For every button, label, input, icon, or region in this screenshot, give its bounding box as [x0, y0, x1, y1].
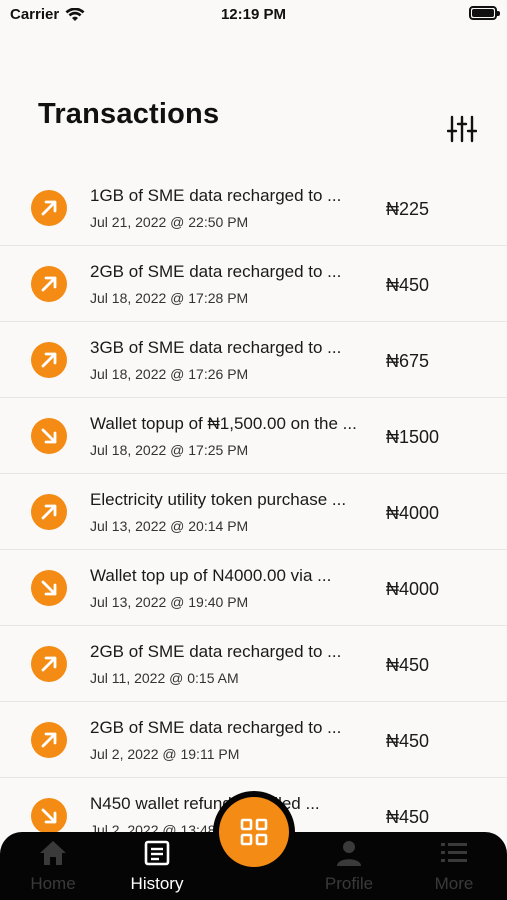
transaction-title: Electricity utility token purchase ... — [90, 490, 347, 509]
transaction-date: Jul 13, 2022 @ 20:14 PM — [90, 518, 249, 534]
arrow-down-right-icon — [31, 570, 67, 606]
transaction-title: 2GB of SME data recharged to ... — [90, 262, 342, 281]
transaction-amount: ₦225 — [386, 199, 430, 219]
transaction-row[interactable]: 2GB of SME data recharged to ... Jul 2, 2… — [0, 702, 507, 778]
status-bar: Carrier 12:19 PM — [0, 0, 507, 30]
transaction-amount: ₦450 — [386, 655, 430, 675]
fab-button[interactable] — [219, 797, 289, 867]
transaction-amount: ₦4000 — [386, 579, 440, 599]
transaction-date: Jul 18, 2022 @ 17:25 PM — [90, 442, 249, 458]
home-icon — [40, 841, 66, 865]
grid-icon — [240, 818, 268, 846]
transaction-list: 1GB of SME data recharged to ... Jul 21, … — [0, 170, 507, 854]
transaction-row[interactable]: Electricity utility token purchase ... Ju… — [0, 474, 507, 550]
transaction-date: Jul 2, 2022 @ 19:11 PM — [90, 746, 240, 762]
battery-level — [472, 9, 494, 17]
more-icon — [441, 843, 467, 862]
history-icon — [144, 840, 170, 866]
page-title: Transactions — [38, 98, 220, 130]
tab-more[interactable]: More — [404, 838, 504, 894]
profile-icon — [337, 841, 361, 866]
arrow-up-right-icon — [31, 646, 67, 682]
tab-history[interactable]: History — [107, 838, 207, 894]
transaction-title: Wallet top up of N4000.00 via ... — [90, 566, 332, 585]
transaction-row[interactable]: 2GB of SME data recharged to ... Jul 18, … — [0, 246, 507, 322]
transaction-row[interactable]: 1GB of SME data recharged to ... Jul 21, … — [0, 170, 507, 246]
transaction-date: Jul 18, 2022 @ 17:26 PM — [90, 366, 249, 382]
tab-history-label: History — [130, 874, 184, 893]
transaction-row[interactable]: Wallet topup of ₦1,500.00 on the ... Jul … — [0, 398, 507, 474]
tab-home[interactable]: Home — [3, 838, 103, 894]
arrow-up-right-icon — [31, 266, 67, 302]
tab-more-label: More — [434, 874, 474, 893]
sliders-icon — [446, 115, 478, 143]
tab-home-label: Home — [30, 874, 76, 893]
arrow-up-right-icon — [31, 722, 67, 758]
transaction-title: Wallet topup of ₦1,500.00 on the ... — [90, 414, 357, 433]
transaction-amount: ₦675 — [386, 351, 430, 371]
tab-profile[interactable]: Profile — [299, 838, 399, 894]
status-time: 12:19 PM — [220, 6, 287, 23]
transaction-amount: ₦450 — [386, 807, 430, 827]
transaction-title: 3GB of SME data recharged to ... — [90, 338, 342, 357]
transaction-date: Jul 21, 2022 @ 22:50 PM — [90, 214, 249, 230]
filter-button[interactable] — [446, 114, 478, 144]
transaction-date: Jul 18, 2022 @ 17:28 PM — [90, 290, 249, 306]
transaction-row[interactable]: Wallet top up of N4000.00 via ... Jul 13,… — [0, 550, 507, 626]
transaction-title: 2GB of SME data recharged to ... — [90, 718, 342, 737]
transaction-row[interactable]: 2GB of SME data recharged to ... Jul 11, … — [0, 626, 507, 702]
transaction-amount: ₦450 — [386, 275, 430, 295]
arrow-up-right-icon — [31, 494, 67, 530]
transaction-amount: ₦450 — [386, 731, 430, 751]
transaction-amount: ₦4000 — [386, 503, 440, 523]
transaction-title: 1GB of SME data recharged to ... — [90, 186, 342, 205]
transaction-amount: ₦1500 — [386, 427, 440, 447]
arrow-up-right-icon — [31, 190, 67, 226]
battery-icon — [469, 6, 500, 20]
arrow-down-right-icon — [31, 798, 67, 834]
arrow-up-right-icon — [31, 342, 67, 378]
transaction-date: Jul 13, 2022 @ 19:40 PM — [90, 594, 249, 610]
transaction-date: Jul 11, 2022 @ 0:15 AM — [90, 670, 239, 686]
transaction-row[interactable]: 3GB of SME data recharged to ... Jul 18, … — [0, 322, 507, 398]
transaction-title: 2GB of SME data recharged to ... — [90, 642, 342, 661]
tab-profile-label: Profile — [324, 874, 374, 893]
arrow-down-right-icon — [31, 418, 67, 454]
